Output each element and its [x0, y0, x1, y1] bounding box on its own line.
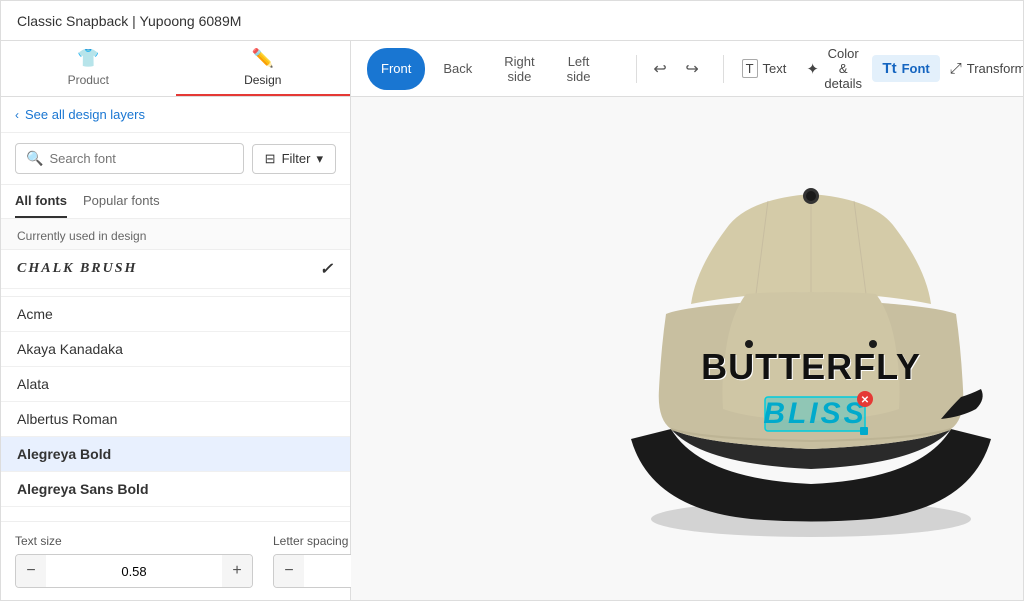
hat-container: BUTTERFLY BLISS ✕	[571, 149, 1023, 549]
tab-design-label: Design	[244, 73, 281, 87]
font-item-alata[interactable]: Alata	[1, 367, 350, 402]
view-tab-front[interactable]: Front	[367, 48, 425, 90]
toolbar-separator-1	[636, 55, 637, 83]
current-font-name: CHALK BRUSH	[17, 261, 137, 277]
header: Classic Snapback | Yupoong 6089M	[1, 1, 1023, 41]
tool-text-button[interactable]: T Text	[732, 54, 797, 83]
font-tabs: All fonts Popular fonts	[1, 185, 350, 219]
view-tab-left[interactable]: Left side	[553, 48, 605, 90]
tool-font-label: Font	[902, 61, 930, 76]
text-tool-icon: T	[742, 59, 758, 78]
design-icon: ✏️	[252, 48, 274, 69]
svg-text:BUTTERFLY: BUTTERFLY	[701, 346, 921, 387]
font-item-albertus[interactable]: Albertus Roman	[1, 402, 350, 437]
top-toolbar: Front Back Right side Left side ↩ ↪ T Te…	[351, 41, 1023, 97]
currently-used-header: Currently used in design	[1, 219, 350, 250]
letter-spacing-minus-button[interactable]: −	[274, 555, 304, 587]
font-item-alegreya-sans-bold[interactable]: Alegreya Sans Bold	[1, 472, 350, 507]
tab-all-fonts[interactable]: All fonts	[15, 193, 67, 218]
text-size-minus-button[interactable]: −	[16, 555, 46, 587]
font-name: Acme	[17, 306, 53, 322]
back-link-label: See all design layers	[25, 107, 145, 122]
view-tabs: Front Back Right side Left side	[367, 48, 604, 90]
font-name: Alegreya Sans Bold	[17, 481, 149, 497]
tool-text-label: Text	[763, 61, 787, 76]
undo-button[interactable]: ↩	[645, 54, 675, 84]
app-wrapper: Classic Snapback | Yupoong 6089M 👕 Produ…	[0, 0, 1024, 601]
font-item-acme[interactable]: Acme	[1, 297, 350, 332]
font-name: Alegreya Bold	[17, 446, 111, 462]
font-item-alegreya-bold[interactable]: Alegreya Bold	[1, 437, 350, 472]
tab-bar: 👕 Product ✏️ Design	[1, 41, 350, 97]
tool-color-button[interactable]: ✦ Color & details	[796, 41, 872, 96]
tool-transform-button[interactable]: ⤢ Transform	[940, 55, 1023, 82]
redo-button[interactable]: ↪	[677, 54, 707, 84]
back-arrow-icon: ‹	[15, 108, 19, 122]
checkmark-icon: ✓	[320, 259, 334, 279]
back-link[interactable]: ‹ See all design layers	[1, 97, 350, 133]
toolbar-separator-2	[723, 55, 724, 83]
search-area: 🔍 ⊟ Filter ▾	[1, 133, 350, 185]
svg-text:✕: ✕	[860, 395, 868, 406]
font-name: Alata	[17, 376, 49, 392]
tool-font-button[interactable]: Tt Font	[872, 55, 939, 82]
view-tab-back[interactable]: Back	[429, 48, 486, 90]
text-size-group: Text size − +	[15, 534, 253, 588]
undo-redo-group: ↩ ↪	[645, 54, 707, 84]
font-name: Akaya Kanadaka	[17, 341, 123, 357]
right-area: Front Back Right side Left side ↩ ↪ T Te…	[351, 41, 1023, 600]
search-input-wrapper: 🔍	[15, 143, 244, 174]
text-size-label: Text size	[15, 534, 253, 548]
tab-product-label: Product	[68, 73, 109, 87]
canvas-area: BUTTERFLY BLISS ✕	[351, 97, 1023, 600]
transform-tool-icon: ⤢	[950, 60, 962, 77]
font-list-container[interactable]: Currently used in design CHALK BRUSH ✓ A…	[1, 219, 350, 521]
text-size-input[interactable]	[46, 555, 222, 587]
filter-label: Filter	[282, 151, 311, 166]
filter-chevron-icon: ▾	[316, 151, 323, 167]
color-tool-icon: ✦	[806, 60, 819, 78]
tab-popular-fonts[interactable]: Popular fonts	[83, 193, 160, 218]
main-area: 👕 Product ✏️ Design ‹ See all design lay…	[1, 41, 1023, 600]
tab-design[interactable]: ✏️ Design	[176, 41, 351, 96]
sizing-area: Text size − + Letter spacing − +	[1, 521, 350, 600]
current-font-item[interactable]: CHALK BRUSH ✓	[1, 250, 350, 289]
tool-transform-label: Transform	[967, 61, 1023, 76]
view-tab-right[interactable]: Right side	[490, 48, 548, 90]
font-name: Albertus Roman	[17, 411, 117, 427]
left-panel: 👕 Product ✏️ Design ‹ See all design lay…	[1, 41, 351, 600]
search-icon: 🔍	[26, 150, 43, 167]
text-size-controls: − +	[15, 554, 253, 588]
filter-icon: ⊟	[265, 151, 276, 167]
section-spacer	[1, 289, 350, 297]
search-input[interactable]	[49, 151, 232, 166]
page-title: Classic Snapback | Yupoong 6089M	[17, 13, 241, 29]
font-tool-icon: Tt	[882, 60, 896, 77]
font-item-akaya[interactable]: Akaya Kanadaka	[1, 332, 350, 367]
text-size-plus-button[interactable]: +	[222, 555, 252, 587]
product-icon: 👕	[77, 48, 99, 69]
hat-svg: BUTTERFLY BLISS ✕	[571, 149, 1023, 549]
tab-product[interactable]: 👕 Product	[1, 41, 176, 96]
tool-color-label: Color & details	[824, 46, 862, 91]
filter-button[interactable]: ⊟ Filter ▾	[252, 144, 336, 174]
svg-text:BLISS: BLISS	[763, 397, 866, 430]
